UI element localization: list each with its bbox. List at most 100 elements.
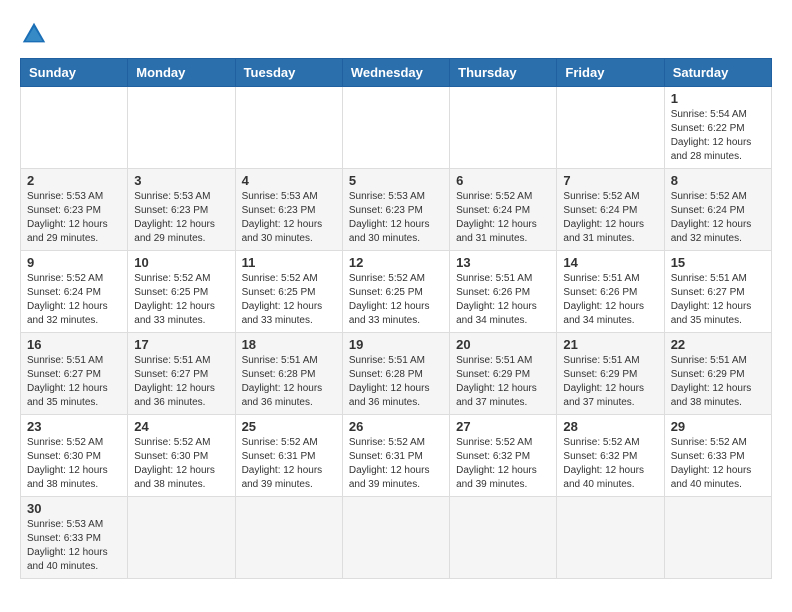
- day-number: 5: [349, 173, 443, 188]
- weekday-header-friday: Friday: [557, 59, 664, 87]
- day-info: Sunrise: 5:53 AM Sunset: 6:33 PM Dayligh…: [27, 518, 121, 574]
- calendar-cell: 24 Sunrise: 5:52 AM Sunset: 6:30 PM Dayli…: [128, 415, 235, 497]
- calendar-cell: [557, 87, 664, 169]
- day-number: 3: [134, 173, 228, 188]
- logo-icon: [20, 20, 48, 48]
- calendar-cell: 27Sunrise: 5:52 AM Sunset: 6:32 PM Dayli…: [450, 415, 557, 497]
- day-number: 16: [27, 337, 121, 352]
- day-number: 21: [563, 337, 657, 352]
- calendar-cell: 25Sunrise: 5:52 AM Sunset: 6:31 PM Dayli…: [235, 415, 342, 497]
- calendar-cell: [342, 87, 449, 169]
- day-number: 12: [349, 255, 443, 270]
- calendar-cell: 4 Sunrise: 5:53 AM Sunset: 6:23 PM Daylig…: [235, 169, 342, 251]
- weekday-header-wednesday: Wednesday: [342, 59, 449, 87]
- day-info: Sunrise: 5:52 AM Sunset: 6:24 PM Dayligh…: [27, 272, 121, 328]
- day-number: 2: [27, 173, 121, 188]
- day-info: Sunrise: 5:52 AM Sunset: 6:24 PM Dayligh…: [563, 190, 657, 246]
- day-number: 24: [134, 419, 228, 434]
- day-info: Sunrise: 5:52 AM Sunset: 6:31 PM Dayligh…: [349, 436, 443, 492]
- calendar-cell: 17 Sunrise: 5:51 AM Sunset: 6:27 PM Dayli…: [128, 333, 235, 415]
- day-info: Sunrise: 5:52 AM Sunset: 6:25 PM Dayligh…: [242, 272, 336, 328]
- calendar-cell: 21 Sunrise: 5:51 AM Sunset: 6:29 PM Dayli…: [557, 333, 664, 415]
- weekday-header-tuesday: Tuesday: [235, 59, 342, 87]
- calendar-cell: 2 Sunrise: 5:53 AM Sunset: 6:23 PM Daylig…: [21, 169, 128, 251]
- weekday-header-monday: Monday: [128, 59, 235, 87]
- calendar-cell: 6 Sunrise: 5:52 AM Sunset: 6:24 PM Daylig…: [450, 169, 557, 251]
- day-info: Sunrise: 5:51 AM Sunset: 6:27 PM Dayligh…: [671, 272, 765, 328]
- day-info: Sunrise: 5:51 AM Sunset: 6:28 PM Dayligh…: [349, 354, 443, 410]
- day-info: Sunrise: 5:51 AM Sunset: 6:29 PM Dayligh…: [563, 354, 657, 410]
- calendar-table: SundayMondayTuesdayWednesdayThursdayFrid…: [20, 58, 772, 579]
- day-number: 10: [134, 255, 228, 270]
- day-number: 7: [563, 173, 657, 188]
- day-number: 13: [456, 255, 550, 270]
- calendar-week-row: 16 Sunrise: 5:51 AM Sunset: 6:27 PM Dayli…: [21, 333, 772, 415]
- weekday-header-saturday: Saturday: [664, 59, 771, 87]
- calendar-cell: 3Sunrise: 5:53 AM Sunset: 6:23 PM Daylig…: [128, 169, 235, 251]
- calendar-cell: 7 Sunrise: 5:52 AM Sunset: 6:24 PM Daylig…: [557, 169, 664, 251]
- calendar-cell: 28 Sunrise: 5:52 AM Sunset: 6:32 PM Dayli…: [557, 415, 664, 497]
- day-info: Sunrise: 5:52 AM Sunset: 6:25 PM Dayligh…: [349, 272, 443, 328]
- day-info: Sunrise: 5:51 AM Sunset: 6:29 PM Dayligh…: [456, 354, 550, 410]
- day-number: 18: [242, 337, 336, 352]
- calendar-cell: 26 Sunrise: 5:52 AM Sunset: 6:31 PM Dayli…: [342, 415, 449, 497]
- day-number: 23: [27, 419, 121, 434]
- day-number: 15: [671, 255, 765, 270]
- day-number: 14: [563, 255, 657, 270]
- calendar-cell: 30 Sunrise: 5:53 AM Sunset: 6:33 PM Dayli…: [21, 497, 128, 579]
- calendar-cell: 18 Sunrise: 5:51 AM Sunset: 6:28 PM Dayli…: [235, 333, 342, 415]
- calendar-cell: 22 Sunrise: 5:51 AM Sunset: 6:29 PM Dayli…: [664, 333, 771, 415]
- day-info: Sunrise: 5:53 AM Sunset: 6:23 PM Dayligh…: [27, 190, 121, 246]
- day-number: 28: [563, 419, 657, 434]
- day-number: 1: [671, 91, 765, 106]
- day-info: Sunrise: 5:53 AM Sunset: 6:23 PM Dayligh…: [349, 190, 443, 246]
- day-info: Sunrise: 5:51 AM Sunset: 6:29 PM Dayligh…: [671, 354, 765, 410]
- calendar-cell: [342, 497, 449, 579]
- weekday-header-row: SundayMondayTuesdayWednesdayThursdayFrid…: [21, 59, 772, 87]
- calendar-cell: [450, 87, 557, 169]
- day-info: Sunrise: 5:53 AM Sunset: 6:23 PM Dayligh…: [242, 190, 336, 246]
- calendar-cell: [235, 87, 342, 169]
- day-number: 17: [134, 337, 228, 352]
- calendar-cell: [235, 497, 342, 579]
- day-info: Sunrise: 5:52 AM Sunset: 6:32 PM Dayligh…: [563, 436, 657, 492]
- day-number: 26: [349, 419, 443, 434]
- calendar-week-row: 23 Sunrise: 5:52 AM Sunset: 6:30 PM Dayli…: [21, 415, 772, 497]
- calendar-cell: 20 Sunrise: 5:51 AM Sunset: 6:29 PM Dayli…: [450, 333, 557, 415]
- calendar-week-row: 9Sunrise: 5:52 AM Sunset: 6:24 PM Daylig…: [21, 251, 772, 333]
- day-info: Sunrise: 5:51 AM Sunset: 6:27 PM Dayligh…: [134, 354, 228, 410]
- day-info: Sunrise: 5:51 AM Sunset: 6:28 PM Dayligh…: [242, 354, 336, 410]
- calendar-cell: [450, 497, 557, 579]
- logo: [20, 20, 56, 48]
- day-number: 30: [27, 501, 121, 516]
- day-info: Sunrise: 5:52 AM Sunset: 6:30 PM Dayligh…: [27, 436, 121, 492]
- header: [20, 20, 772, 48]
- calendar-cell: 1Sunrise: 5:54 AM Sunset: 6:22 PM Daylig…: [664, 87, 771, 169]
- day-number: 27: [456, 419, 550, 434]
- day-number: 6: [456, 173, 550, 188]
- calendar-cell: 9Sunrise: 5:52 AM Sunset: 6:24 PM Daylig…: [21, 251, 128, 333]
- calendar-cell: 16 Sunrise: 5:51 AM Sunset: 6:27 PM Dayli…: [21, 333, 128, 415]
- day-number: 22: [671, 337, 765, 352]
- day-info: Sunrise: 5:51 AM Sunset: 6:27 PM Dayligh…: [27, 354, 121, 410]
- calendar-cell: 11Sunrise: 5:52 AM Sunset: 6:25 PM Dayli…: [235, 251, 342, 333]
- day-number: 25: [242, 419, 336, 434]
- calendar-cell: 5 Sunrise: 5:53 AM Sunset: 6:23 PM Daylig…: [342, 169, 449, 251]
- day-info: Sunrise: 5:52 AM Sunset: 6:24 PM Dayligh…: [456, 190, 550, 246]
- calendar-cell: 10 Sunrise: 5:52 AM Sunset: 6:25 PM Dayli…: [128, 251, 235, 333]
- calendar-cell: 29Sunrise: 5:52 AM Sunset: 6:33 PM Dayli…: [664, 415, 771, 497]
- day-number: 4: [242, 173, 336, 188]
- day-number: 19: [349, 337, 443, 352]
- day-number: 20: [456, 337, 550, 352]
- calendar-cell: 13Sunrise: 5:51 AM Sunset: 6:26 PM Dayli…: [450, 251, 557, 333]
- day-info: Sunrise: 5:52 AM Sunset: 6:30 PM Dayligh…: [134, 436, 228, 492]
- calendar-cell: 23 Sunrise: 5:52 AM Sunset: 6:30 PM Dayli…: [21, 415, 128, 497]
- day-info: Sunrise: 5:52 AM Sunset: 6:24 PM Dayligh…: [671, 190, 765, 246]
- calendar-cell: 15 Sunrise: 5:51 AM Sunset: 6:27 PM Dayli…: [664, 251, 771, 333]
- calendar-cell: 8Sunrise: 5:52 AM Sunset: 6:24 PM Daylig…: [664, 169, 771, 251]
- calendar-week-row: 2 Sunrise: 5:53 AM Sunset: 6:23 PM Daylig…: [21, 169, 772, 251]
- weekday-header-sunday: Sunday: [21, 59, 128, 87]
- calendar-cell: [21, 87, 128, 169]
- calendar-cell: 12 Sunrise: 5:52 AM Sunset: 6:25 PM Dayli…: [342, 251, 449, 333]
- day-info: Sunrise: 5:52 AM Sunset: 6:25 PM Dayligh…: [134, 272, 228, 328]
